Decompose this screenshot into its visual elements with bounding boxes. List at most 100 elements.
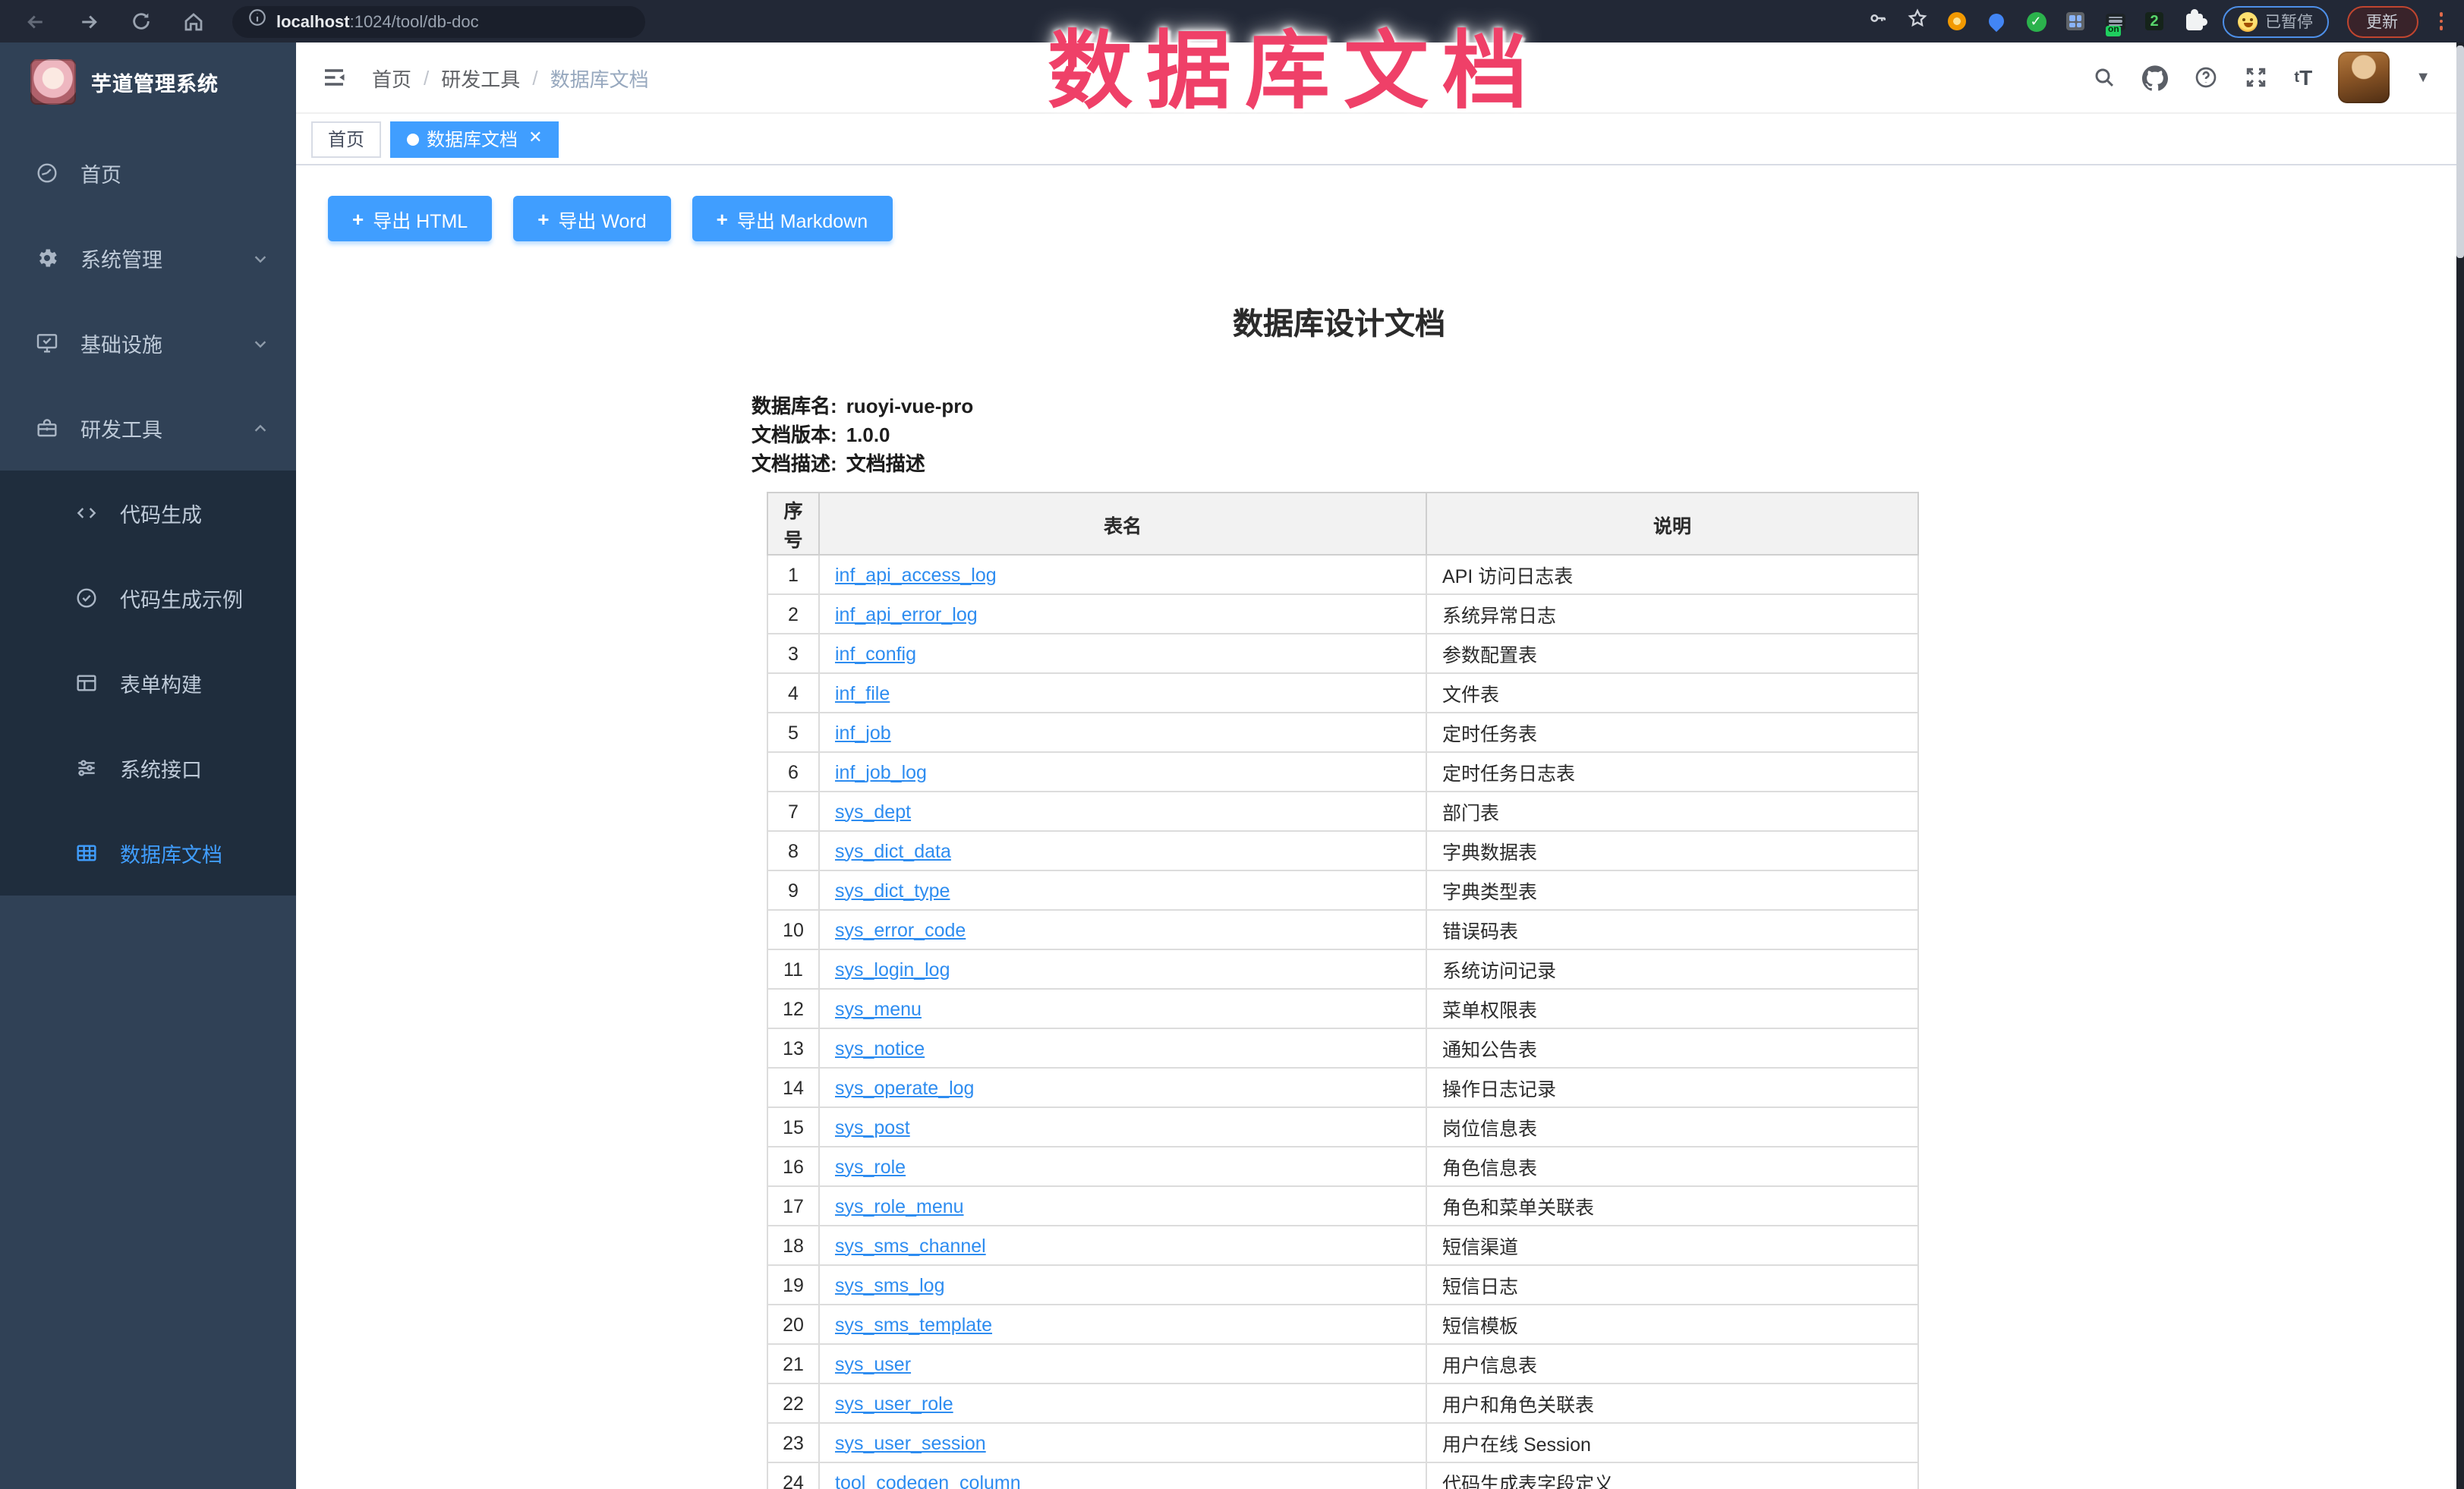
table-row: 8 sys_dict_data 字典数据表: [767, 831, 1918, 870]
row-index: 22: [767, 1384, 819, 1423]
sidebar-menu-item[interactable]: 首页: [0, 131, 296, 216]
row-index: 3: [767, 634, 819, 673]
sidebar-menu-item[interactable]: 基础设施: [0, 301, 296, 386]
github-icon[interactable]: [2142, 65, 2168, 90]
font-size-icon[interactable]: tT: [2294, 65, 2312, 90]
table-name-link[interactable]: tool_codegen_column: [835, 1472, 1021, 1489]
sidebar-menu-item[interactable]: 研发工具: [0, 386, 296, 471]
browser-menu-icon[interactable]: [2439, 13, 2443, 30]
table-name-link[interactable]: sys_sms_log: [835, 1274, 945, 1295]
extension-orange-icon[interactable]: [1946, 11, 1968, 32]
table-name-link[interactable]: inf_job_log: [835, 761, 927, 782]
extension-puzzle-icon[interactable]: [2183, 11, 2204, 32]
breadcrumb-item[interactable]: 研发工具: [441, 63, 520, 92]
export-button[interactable]: + 导出 Word: [513, 196, 670, 241]
table-name-link[interactable]: sys_sms_template: [835, 1314, 992, 1335]
table-desc: 短信日志: [1426, 1265, 1918, 1305]
bookmark-star-icon[interactable]: [1907, 7, 1928, 36]
extension-pin-icon[interactable]: [1986, 11, 2007, 32]
table-name-link[interactable]: sys_user_role: [835, 1393, 953, 1414]
search-icon[interactable]: [2092, 65, 2116, 90]
table-name-link[interactable]: sys_sms_channel: [835, 1235, 986, 1256]
table-row: 12 sys_menu 菜单权限表: [767, 989, 1918, 1028]
sidebar-fold-icon[interactable]: [296, 64, 372, 91]
table-name-link[interactable]: sys_dict_type: [835, 880, 950, 901]
tag-item[interactable]: 数据库文档 ✕: [390, 121, 559, 157]
row-index: 5: [767, 713, 819, 752]
doc-title: 数据库设计文档: [751, 299, 1927, 343]
export-button[interactable]: + 导出 HTML: [328, 196, 492, 241]
row-index: 7: [767, 792, 819, 831]
sidebar-submenu-item[interactable]: 代码生成示例: [0, 556, 296, 641]
extension-green-check-icon[interactable]: ✓: [2025, 11, 2047, 32]
paused-badge[interactable]: 已暂停: [2223, 5, 2328, 37]
table-row: 10 sys_error_code 错误码表: [767, 910, 1918, 949]
extension-grid-icon[interactable]: [2065, 11, 2086, 32]
table-row: 4 inf_file 文件表: [767, 673, 1918, 713]
sidebar-item-label: 研发工具: [80, 413, 162, 443]
table-row: 19 sys_sms_log 短信日志: [767, 1265, 1918, 1305]
browser-forward-icon[interactable]: [77, 10, 100, 33]
site-info-icon[interactable]: [247, 8, 267, 35]
tag-label: 数据库文档: [427, 126, 518, 152]
extension-switch-on-icon[interactable]: on: [2104, 11, 2125, 32]
col-header-desc: 说明: [1426, 493, 1918, 555]
sidebar-item-label: 表单构建: [120, 668, 202, 698]
table-name-link[interactable]: inf_file: [835, 682, 890, 704]
help-icon[interactable]: [2194, 65, 2218, 90]
window-scrollbar[interactable]: [2456, 42, 2464, 1489]
table-name-link[interactable]: sys_menu: [835, 998, 922, 1019]
table-name-link[interactable]: sys_user_session: [835, 1432, 986, 1453]
close-icon[interactable]: ✕: [528, 131, 542, 147]
row-index: 21: [767, 1344, 819, 1384]
table-name-link[interactable]: inf_api_access_log: [835, 564, 997, 585]
table-name-link[interactable]: inf_config: [835, 643, 916, 664]
table-name-link[interactable]: sys_role_menu: [835, 1195, 964, 1217]
doc-meta-line: 数据库名:ruoyi-vue-pro: [751, 392, 1927, 420]
table-name-link[interactable]: inf_api_error_log: [835, 603, 978, 625]
table-name-link[interactable]: sys_dept: [835, 801, 911, 822]
row-index: 15: [767, 1107, 819, 1147]
table-name-link[interactable]: sys_dict_data: [835, 840, 951, 861]
sidebar-menu-item[interactable]: 系统管理: [0, 216, 296, 301]
table-name-link[interactable]: sys_post: [835, 1116, 910, 1138]
browser-home-icon[interactable]: [182, 10, 205, 33]
export-button[interactable]: + 导出 Markdown: [692, 196, 892, 241]
table-desc: 角色和菜单关联表: [1426, 1186, 1918, 1226]
browser-reload-icon[interactable]: [131, 11, 152, 32]
sidebar-submenu-item[interactable]: 系统接口: [0, 726, 296, 811]
table-name-link[interactable]: sys_error_code: [835, 919, 966, 940]
row-index: 1: [767, 555, 819, 594]
fullscreen-icon[interactable]: [2244, 65, 2268, 90]
table-desc: 用户在线 Session: [1426, 1423, 1918, 1462]
user-caret-icon[interactable]: ▼: [2415, 69, 2431, 86]
app-logo-row[interactable]: 芋道管理系统: [0, 42, 296, 121]
tag-item[interactable]: 首页: [311, 121, 381, 157]
main-area: 首页/研发工具/数据库文档 tT ▼ 首页: [296, 42, 2464, 1489]
table-name-link[interactable]: sys_role: [835, 1156, 906, 1177]
app-logo-icon: [30, 59, 76, 105]
chevron-icon: [252, 250, 269, 266]
table-desc: 用户信息表: [1426, 1344, 1918, 1384]
key-icon[interactable]: [1867, 7, 1889, 36]
user-avatar[interactable]: [2338, 52, 2390, 103]
table-name-link[interactable]: sys_login_log: [835, 959, 950, 980]
table-row: 18 sys_sms_channel 短信渠道: [767, 1226, 1918, 1265]
browser-back-icon[interactable]: [24, 10, 47, 33]
breadcrumb-item[interactable]: 首页: [372, 63, 411, 92]
table-name-link[interactable]: sys_user: [835, 1353, 911, 1374]
scrollbar-thumb[interactable]: [2456, 46, 2464, 258]
sidebar-submenu-item[interactable]: 数据库文档: [0, 811, 296, 896]
sidebar-menu: 首页 系统管理 基础设施 研发工具: [0, 131, 296, 471]
sidebar-item-label: 系统管理: [80, 243, 162, 273]
table-desc: 菜单权限表: [1426, 989, 1918, 1028]
update-button[interactable]: 更新: [2346, 5, 2418, 37]
table-row: 2 inf_api_error_log 系统异常日志: [767, 594, 1918, 634]
extension-leaf-icon[interactable]: 2: [2144, 11, 2165, 32]
table-name-link[interactable]: sys_notice: [835, 1037, 925, 1059]
sidebar-submenu-item[interactable]: 表单构建: [0, 641, 296, 726]
address-bar[interactable]: localhost:1024/tool/db-doc: [232, 5, 645, 37]
sidebar-submenu-item[interactable]: 代码生成: [0, 471, 296, 556]
table-name-link[interactable]: inf_job: [835, 722, 891, 743]
table-name-link[interactable]: sys_operate_log: [835, 1077, 974, 1098]
